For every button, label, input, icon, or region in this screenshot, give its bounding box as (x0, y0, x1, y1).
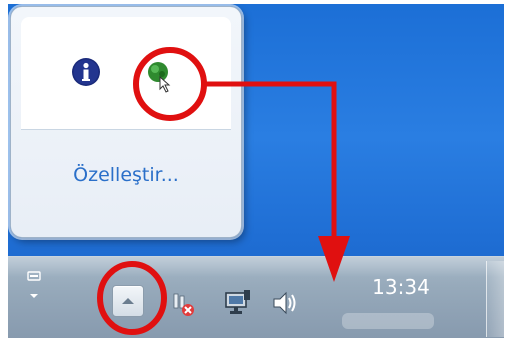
desktop: Özelleştir... 13:34 (8, 4, 504, 338)
show-desktop-button[interactable] (486, 261, 504, 337)
network-error-icon[interactable] (171, 291, 199, 319)
chevron-up-icon (122, 298, 134, 304)
show-hidden-icons-button[interactable] (112, 285, 144, 317)
chevron-down-icon (30, 294, 38, 298)
language-indicator[interactable] (22, 271, 46, 305)
notification-overflow-popup: Özelleştir... (10, 6, 242, 238)
volume-icon[interactable] (270, 289, 302, 317)
taskbar: 13:34 (8, 256, 504, 338)
overflow-icons-area (21, 17, 231, 129)
keyboard-icon (27, 271, 41, 281)
hidden-app-icon[interactable] (143, 59, 179, 95)
clock-time[interactable]: 13:34 (366, 275, 436, 299)
popup-divider (21, 129, 231, 130)
customize-link[interactable]: Özelleştir... (21, 164, 231, 186)
info-icon[interactable] (71, 57, 101, 87)
network-icon[interactable] (222, 287, 254, 319)
clock-date[interactable] (342, 313, 434, 329)
